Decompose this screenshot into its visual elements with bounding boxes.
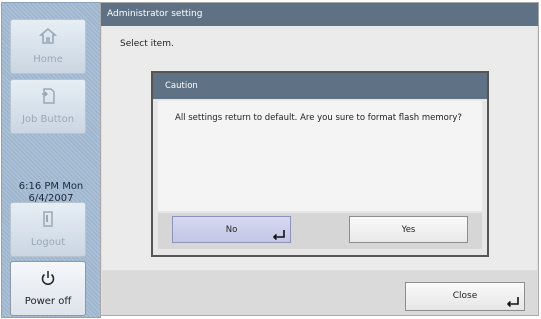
panel-footer: Close <box>102 271 537 315</box>
logout-icon <box>11 210 85 228</box>
close-button[interactable]: Close <box>405 282 525 311</box>
power-icon <box>11 269 85 287</box>
job-button-label: Job Button <box>21 114 75 125</box>
main-panel: Administrator setting Select item. Cauti… <box>100 2 539 316</box>
dialog-message: All settings return to default. Are you … <box>175 113 462 123</box>
dialog-body: All settings return to default. Are you … <box>158 101 482 211</box>
enter-icon <box>272 230 285 240</box>
logout-button[interactable]: Logout <box>10 202 86 257</box>
caution-dialog: Caution All settings return to default. … <box>151 71 489 257</box>
no-button[interactable]: No <box>172 216 291 243</box>
instruction-text: Select item. <box>120 39 174 49</box>
home-label: Home <box>33 54 63 65</box>
panel-title: Administrator setting <box>101 3 538 26</box>
clock-time: 6:16 PM Mon <box>18 181 84 192</box>
job-button[interactable]: Job Button <box>10 79 86 134</box>
power-off-button[interactable]: Power off <box>10 261 86 316</box>
enter-icon <box>506 297 519 307</box>
dialog-button-bar: No Yes <box>158 213 482 249</box>
sidebar: Home Job Button 6:16 PM Mon 6/4/2007 Log… <box>1 2 101 318</box>
home-button[interactable]: Home <box>10 19 86 74</box>
content-area: Select item. Caution All settings return… <box>102 26 537 270</box>
power-off-label: Power off <box>24 296 72 307</box>
app-window: Home Job Button 6:16 PM Mon 6/4/2007 Log… <box>0 0 541 319</box>
dialog-title: Caution <box>153 73 487 99</box>
document-icon <box>11 87 85 105</box>
logout-label: Logout <box>30 237 66 248</box>
yes-button[interactable]: Yes <box>349 216 468 243</box>
yes-button-label: Yes <box>401 225 416 235</box>
home-icon <box>11 27 85 45</box>
